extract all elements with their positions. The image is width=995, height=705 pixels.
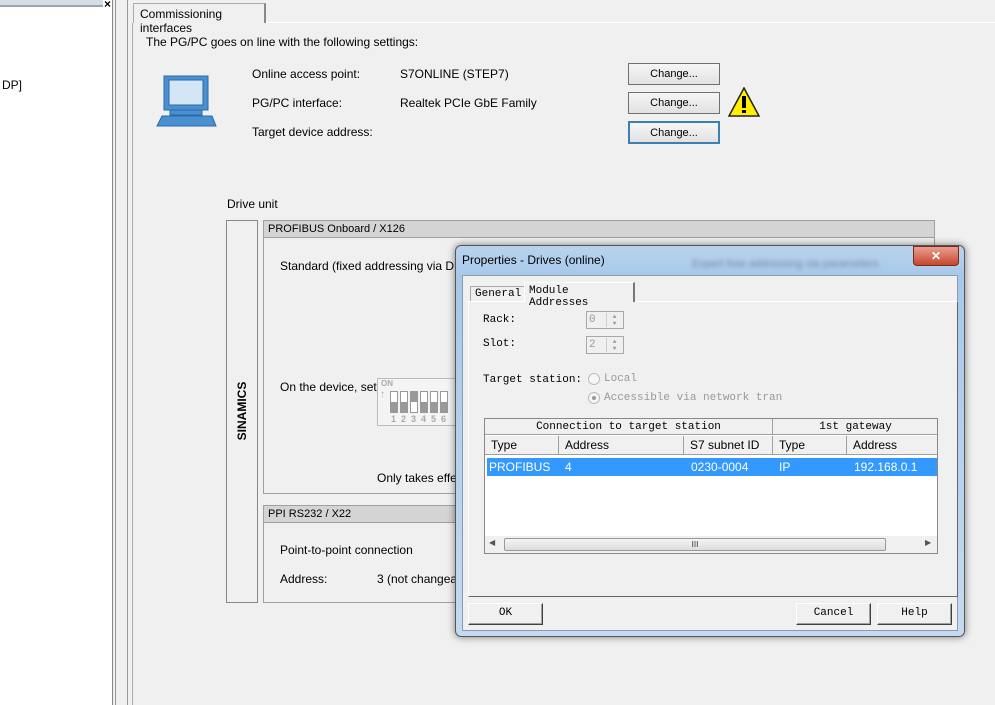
dip-number: 6 [441,414,447,424]
tab-commissioning-interfaces[interactable]: Commissioning interfaces [133,3,266,35]
cell-subnet-id: 0230-0004 [691,460,749,474]
radio-network-label: Accessible via network tran [604,392,783,404]
slot-label: Slot: [483,338,517,350]
col-address[interactable]: Address [559,436,684,455]
dip-switch-5 [430,391,438,413]
scroll-thumb[interactable]: III [504,538,886,551]
spin-arrows-icon[interactable]: ▲ ▼ [606,313,622,327]
cell-gateway-type: IP [779,460,791,474]
radio-network[interactable] [588,392,600,404]
change-interface-button[interactable]: Change... [628,92,720,114]
dip-switch-4 [420,391,428,413]
ppi-address-label: Address: [280,572,328,586]
ppi-address-value: 3 (not changeab [377,572,464,586]
computer-icon [156,75,217,127]
tab-panel-edge [132,23,133,705]
profibus-note: Only takes effec [377,471,463,485]
tab-line [266,22,995,23]
setting-value-access-point: S7ONLINE (STEP7) [400,67,509,81]
dialog-close-button[interactable]: ✕ [913,246,959,266]
tab-general[interactable]: General [470,286,525,301]
drive-unit-label: Drive unit [227,197,278,211]
change-access-point-button[interactable]: Change... [628,63,720,85]
dip-switch-2 [400,391,408,413]
profibus-header: PROFIBUS Onboard / X126 [264,221,934,238]
close-icon[interactable]: × [104,0,111,11]
tree-item[interactable]: DP] [2,78,22,92]
cell-address: 4 [565,460,572,474]
horizontal-scrollbar[interactable]: ◀ III ▶ [485,536,937,553]
profibus-mode: Standard (fixed addressing via DIP) [280,259,470,273]
target-station-label: Target station: [483,374,583,386]
dip-switch-3 [410,391,418,413]
splitter[interactable] [115,0,128,705]
dip-on-label: ON [381,379,393,388]
dip-switch-6 [440,391,448,413]
dip-number: 5 [431,414,437,424]
arrow-up-icon: ↑ [380,389,385,400]
dip-switch: ON ↑ 123456 [377,378,457,426]
ppi-mode: Point-to-point connection [280,543,413,557]
radio-local-label: Local [604,373,638,385]
cancel-button[interactable]: Cancel [796,603,871,625]
intro-text: The PG/PC goes on line with the followin… [146,35,419,49]
dialog-title: Properties - Drives (online) [462,253,605,267]
col-type[interactable]: Type [485,436,559,455]
warning-icon [728,87,760,117]
dialog-blurred-title: Expert free addressing via parameters [692,258,879,270]
sinamics-label: SINAMICS [235,381,249,441]
setting-label-target-address: Target device address: [252,125,373,139]
dip-number: 3 [411,414,417,424]
col-gateway-address[interactable]: Address [847,436,937,455]
scroll-right-icon[interactable]: ▶ [925,538,931,547]
dip-number: 2 [401,414,407,424]
cell-gateway-address: 192.168.0.1 [854,460,918,474]
rack-spinner[interactable]: 0 ▲ ▼ [586,311,624,329]
ok-button[interactable]: OK [468,603,543,625]
slot-value: 2 [589,339,596,351]
table-row[interactable]: PROFIBUS 4 0230-0004 IP 192.168.0.1 [487,458,937,476]
col-subnet-id[interactable]: S7 subnet ID [684,436,773,455]
left-panel [0,0,113,705]
dip-number: 1 [391,414,397,424]
col-gateway-type[interactable]: Type [773,436,847,455]
left-panel-titlebar [0,0,103,7]
dip-number: 4 [421,414,427,424]
setting-label-access-point: Online access point: [252,67,361,81]
change-target-address-button[interactable]: Change... [628,121,720,144]
setting-label-interface: PG/PC interface: [252,96,343,110]
spin-arrows-icon[interactable]: ▲ ▼ [606,338,622,352]
dip-set-label: On the device, set: [280,380,381,394]
tab-module-addresses[interactable]: Module Addresses [524,282,635,309]
help-button[interactable]: Help [877,603,952,625]
cell-type: PROFIBUS [489,460,551,474]
connection-table: Connection to target station 1st gateway… [484,418,938,554]
group-header-gateway: 1st gateway [773,419,937,435]
rack-value: 0 [589,314,596,326]
dip-switch-1 [390,391,398,413]
rack-label: Rack: [483,314,517,326]
radio-local[interactable] [588,373,600,385]
slot-spinner[interactable]: 2 ▲ ▼ [586,336,624,354]
scroll-left-icon[interactable]: ◀ [489,538,495,547]
group-header-connection: Connection to target station [485,419,773,435]
setting-value-interface: Realtek PCIe GbE Family [400,96,537,110]
